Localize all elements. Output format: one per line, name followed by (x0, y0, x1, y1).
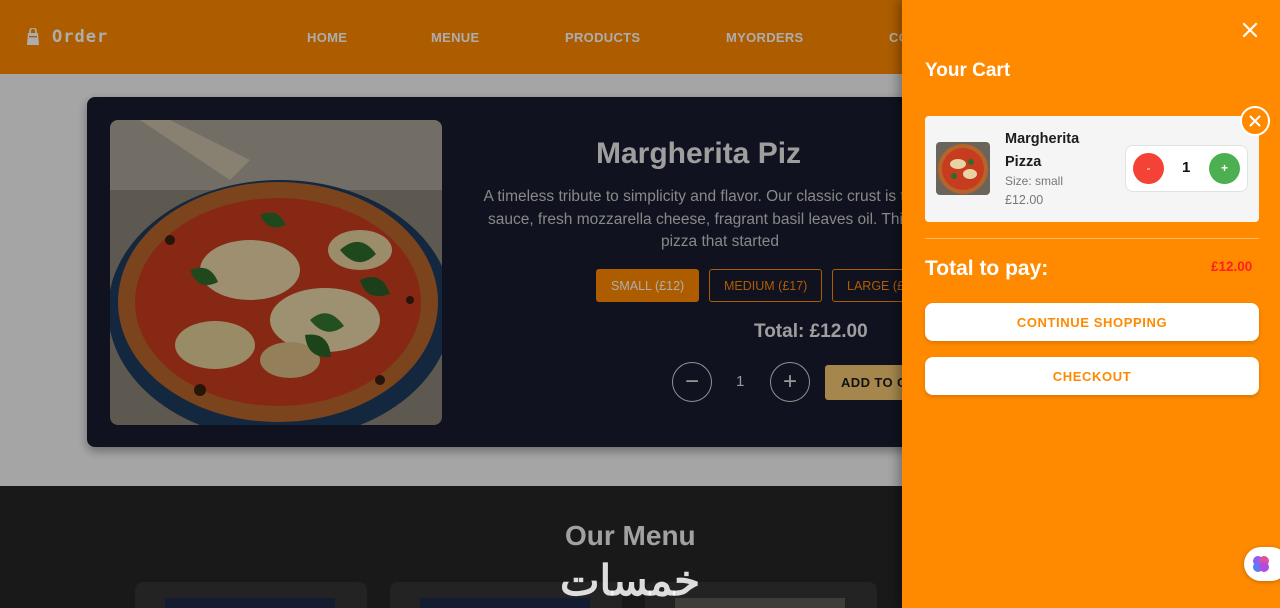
cart-item-name: Margherita Pizza (1005, 131, 1080, 170)
cart-increase-button[interactable]: + (1209, 153, 1240, 184)
quantity-stepper: - 1 + (1125, 145, 1248, 192)
ai-assistant-button[interactable] (1244, 547, 1280, 581)
cart-item-size: Size: small (1005, 174, 1064, 188)
continue-shopping-button[interactable]: CONTINUE SHOPPING (925, 303, 1259, 341)
total-label: Total to pay: (925, 257, 1049, 280)
cart-item-quantity: 1 (1182, 159, 1191, 176)
total-amount: £12.00 (1211, 259, 1253, 274)
cart-item-image (936, 142, 990, 195)
cart-divider (925, 238, 1259, 239)
close-cart-button[interactable] (1240, 20, 1260, 40)
brain-icon (1253, 556, 1269, 572)
remove-item-icon (1249, 115, 1261, 127)
cart-item: Margherita Pizza Size: small £12.00 - 1 … (925, 106, 1270, 222)
pizza-thumbnail (936, 142, 990, 195)
remove-item-button[interactable] (1240, 106, 1270, 136)
checkout-button[interactable]: CHECKOUT (925, 357, 1259, 395)
cart-title: Your Cart (925, 60, 1011, 81)
cart-item-price: £12.00 (1005, 193, 1044, 207)
cart-panel: Your Cart Margherita Pizza Size: small £… (902, 0, 1280, 608)
close-icon (1242, 22, 1258, 38)
cart-decrease-button[interactable]: - (1133, 153, 1164, 184)
watermark-logo: خمسات (560, 557, 701, 604)
